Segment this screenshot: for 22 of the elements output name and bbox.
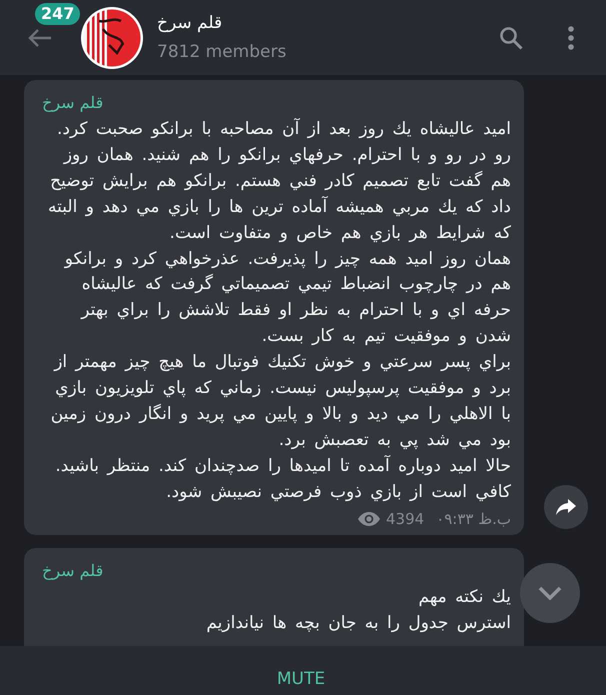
sender-name: قلم سرخ: [41, 92, 104, 114]
forward-button[interactable]: [544, 484, 588, 529]
search-icon[interactable]: [499, 26, 523, 50]
more-menu-icon[interactable]: [568, 26, 574, 50]
member-count: 7812 members: [157, 42, 286, 62]
message-text: براي پسر سرعتي و خوش تكنيك فوتبال ما هيچ چيز مهمتر از برد و موفقيت پرسپوليس نيست. زماني كه پاي تلويزيون بازي با الاهلي را مي ديد و بالا و پايين مي پريد و انگار درون زمين بود مي شد پي به تعصبش برد.: [50, 351, 511, 452]
message-text: استرس جدول را به جان بچه ها نياندازيم: [205, 612, 511, 634]
message-text: همان روز اميد همه چيز را پذيرفت. عذرخواهي كرد و برانكو هم در چارچوب انضباط تيمي تصميماتي گرفت كه عاليشاه حرفه اي و با احترام به نظر او فقط تلاشش را براي بهتر شدن و موفقيت تيم به كار بست.: [63, 248, 511, 348]
forward-arrow-icon: [556, 498, 576, 515]
view-count: 4394: [386, 508, 424, 529]
message-text: حالا اميد دوباره آمده تا اميدها را صدچندان كند. منتظر باشيد. كافي است از بازي ذوب فرصتي نصيبش شود.: [54, 454, 511, 504]
channel-title: قلم سرخ: [157, 13, 222, 33]
channel-avatar[interactable]: [81, 6, 143, 68]
message-text: يك نكته مهم: [418, 586, 511, 609]
message-text: اميد عاليشاه يك روز بعد از آن مصاحبه با برانكو صحبت كرد. رو در رو و با احترام. حرفهاي برانكو را هم شنيد. همان روز هم گفت تابع تصميم كادر فني هستم. برانكو هم برايش توضيح داد كه يك مربي هميشه آماده ترين ها را بازي مي دهد و البته كه شرايط هر بازي هم خاص و متفاوت است.: [47, 117, 511, 245]
chevron-down-icon: [538, 586, 562, 600]
mute-button[interactable]: MUTE: [276, 669, 326, 689]
eye-icon: [358, 512, 380, 526]
unread-count: 247: [35, 3, 80, 25]
sender-name: قلم سرخ: [41, 560, 104, 582]
message-time: ب.ظ ۰۹:۳۳: [436, 508, 511, 529]
back-arrow-icon[interactable]: [28, 28, 52, 48]
